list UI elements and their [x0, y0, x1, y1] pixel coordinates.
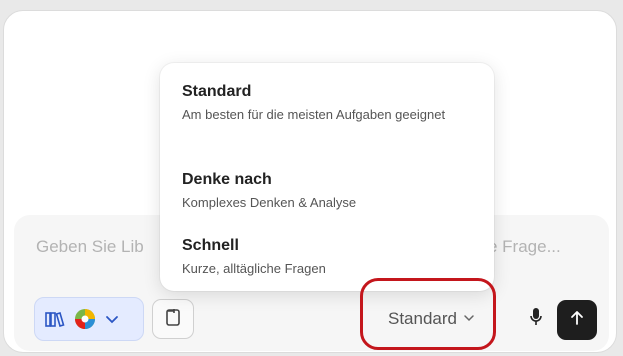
menu-item-desc: Komplexes Denken & Analyse: [182, 195, 357, 210]
placeholder-right: e Frage...: [488, 237, 561, 256]
highlight-annotation: [360, 278, 496, 350]
mic-icon: [529, 307, 543, 332]
menu-item-denke-nach[interactable]: Denke nach Komplexes Denken & Analyse: [182, 171, 482, 212]
mic-button[interactable]: [522, 303, 550, 335]
menu-item-desc: Am besten für die meisten Aufgaben geeig…: [182, 107, 446, 122]
books-icon[interactable]: [45, 310, 65, 328]
menu-item-schnell[interactable]: Schnell Kurze, alltägliche Fragen: [182, 237, 482, 278]
tools-selector[interactable]: [34, 297, 144, 341]
model-dropdown-menu: Standard Am besten für die meisten Aufga…: [160, 63, 494, 291]
attach-button[interactable]: [152, 299, 194, 339]
arrow-up-icon: [569, 310, 585, 331]
placeholder-left: Geben Sie Lib: [36, 237, 144, 256]
chevron-down-icon[interactable]: [105, 312, 119, 326]
menu-item-desc: Kurze, alltägliche Fragen: [182, 261, 326, 276]
globe-icon[interactable]: [73, 307, 97, 331]
menu-item-title: Denke nach: [182, 171, 272, 188]
menu-item-standard[interactable]: Standard Am besten für die meisten Aufga…: [182, 83, 482, 124]
attach-icon: [164, 307, 182, 332]
menu-item-title: Schnell: [182, 237, 239, 254]
menu-item-title: Standard: [182, 83, 252, 100]
send-button[interactable]: [557, 300, 597, 340]
